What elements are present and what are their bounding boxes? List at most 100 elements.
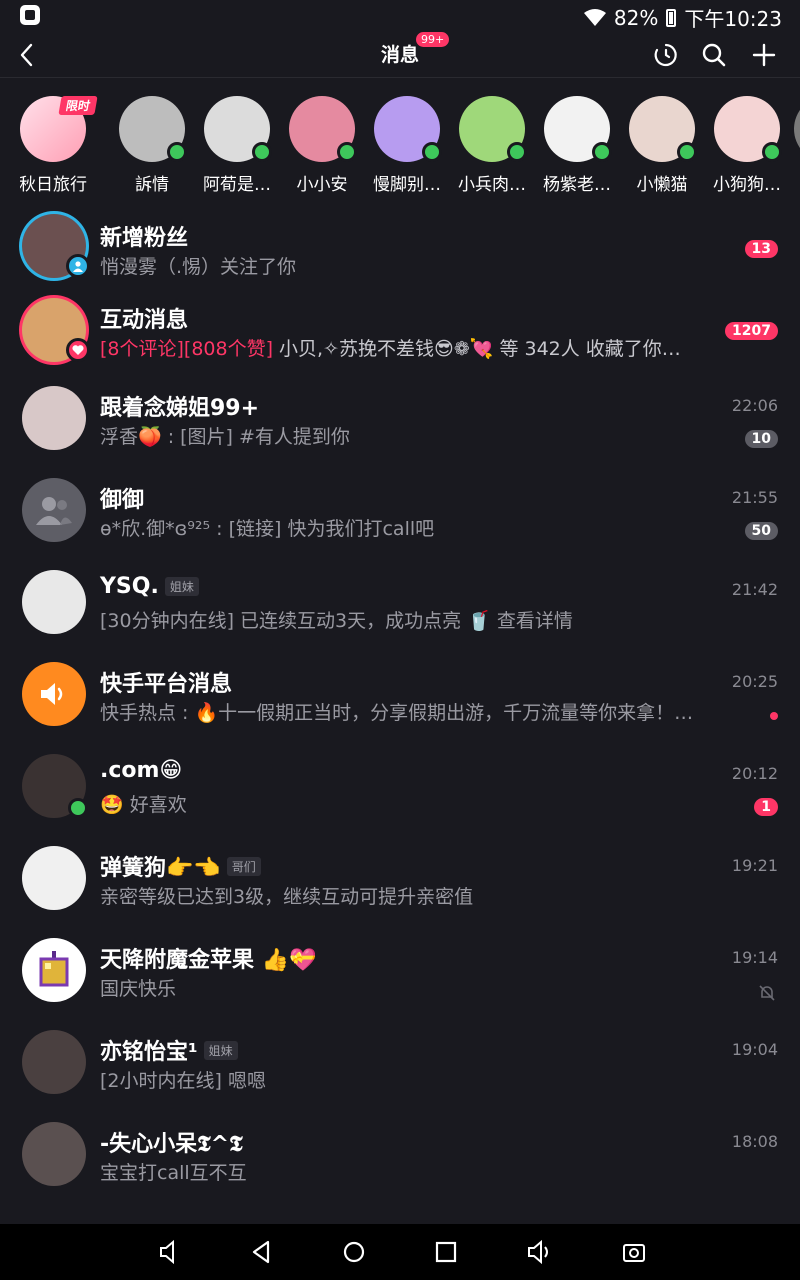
online-dot [337, 142, 357, 162]
avatar [22, 386, 86, 450]
message-title: 亦铭怡宝¹ 姐妹 [100, 1034, 238, 1066]
screenshot-icon[interactable] [620, 1238, 648, 1266]
volume-down-icon[interactable] [156, 1238, 184, 1266]
story-item[interactable]: 小狗狗… [713, 96, 782, 195]
story-item[interactable]: 阿荀是… [203, 96, 272, 195]
story-name: 訴情 [135, 175, 169, 195]
story-item[interactable]: 小兵肉… [458, 96, 527, 195]
message-time: 19:14 [731, 948, 778, 967]
story-item[interactable]: 訴情 [119, 96, 187, 195]
message-preview: 亲密等级已达到3级，继续互动可提升亲密值 [100, 886, 474, 908]
relation-tag: 哥们 [226, 856, 261, 876]
message-title: 互动消息 [100, 302, 188, 334]
avatar [714, 96, 782, 162]
relation-tag: 姐妹 [164, 577, 199, 596]
recents-nav-icon[interactable] [432, 1238, 460, 1266]
list-item[interactable]: 互动消息 [8个评论][808个赞] 小贝,✧苏挽不差钱😎❁💘 等 342人 收… [0, 290, 800, 374]
title-text: 御御 [100, 488, 145, 513]
preview-text: 小贝,✧苏挽不差钱😎❁💘 等 342人 收藏了你… [273, 338, 681, 360]
volume-up-icon[interactable] [526, 1238, 554, 1266]
list-item[interactable]: 天降附魔金苹果 👍💝 国庆快乐 19:14 [0, 926, 800, 1018]
clock: 下午10:23 [684, 7, 782, 31]
story-item[interactable]: 限时 秋日旅行 [20, 96, 98, 195]
story-name: 杨紫老… [543, 175, 611, 195]
avatar [22, 1122, 86, 1186]
story-name: 小狗狗… [713, 175, 781, 195]
online-dot [68, 798, 88, 818]
story-name: 小小安 [296, 175, 348, 195]
message-preview: [2小时内在线] 嗯嗯 [100, 1070, 266, 1092]
story-name: 秋日旅行 [20, 175, 87, 195]
home-nav-icon[interactable] [340, 1238, 368, 1266]
avatar [22, 298, 90, 362]
title-text: 快手平台消息 [100, 672, 233, 697]
avatar [22, 846, 86, 910]
avatar [22, 938, 86, 1002]
unread-count: 1207 [725, 322, 778, 340]
unread-dot [770, 712, 778, 720]
message-time: 20:25 [731, 672, 778, 691]
list-item[interactable]: YSQ. 姐妹 [30分钟内在线] 已连续互动3天，成功点亮 🥤 查看详情 21:… [0, 558, 800, 650]
interaction-counts: [8个评论][808个赞] [100, 338, 274, 360]
unread-count: 50 [744, 522, 778, 540]
history-icon[interactable] [652, 41, 680, 69]
avatar [22, 1030, 86, 1094]
avatar [119, 96, 187, 162]
story-item[interactable]: 小懒猫 [629, 96, 697, 195]
user-icon [66, 254, 90, 278]
story-item[interactable]: 杨紫老… [543, 96, 612, 195]
battery-percent: 82% [613, 5, 659, 30]
title-text: YSQ. [100, 574, 159, 599]
message-title: -失心小呆𝕿^𝕿 [100, 1126, 243, 1158]
avatar [374, 96, 442, 162]
message-title: 弹簧狗👉👈 哥们 [100, 850, 261, 882]
message-title: 快手平台消息 [100, 666, 232, 698]
story-item[interactable]: 漫 [794, 96, 800, 195]
list-item[interactable]: 快手平台消息 快手热点 : 🔥十一假期正当时，分享假期出游，千万流量等你来拿！…… [0, 650, 800, 742]
apple-icon [39, 951, 69, 987]
list-item[interactable]: -失心小呆𝕿^𝕿 宝宝打call互不互 18:08 [0, 1110, 800, 1202]
story-item[interactable]: 小小安 [289, 96, 357, 195]
group-icon [36, 497, 72, 525]
list-item[interactable]: .com😁 🤩 好喜欢 20:12 1 [0, 742, 800, 834]
story-name: 慢脚别… [373, 175, 441, 195]
list-item[interactable]: 御御 ɵ*欣.御*ɞ⁹²⁵ : [链接] 快为我们打call吧 21:55 50 [0, 466, 800, 558]
avatar [459, 96, 527, 162]
relation-tag: 姐妹 [203, 1040, 238, 1060]
list-item[interactable]: 跟着念娣姐99+ 浮香🍑 : [图片] #有人提到你 22:06 10 [0, 374, 800, 466]
message-time: 20:12 [731, 764, 778, 783]
message-time: 22:06 [731, 396, 778, 415]
header: 消息 99+ [0, 32, 800, 78]
system-nav-bar [0, 1224, 800, 1280]
battery-icon [666, 8, 677, 27]
friend-story-row: 限时 秋日旅行 訴情 阿荀是… 小小安 慢脚别… 小兵肉… 杨紫老… 小懒猫 小… [20, 96, 800, 196]
story-name: 小懒猫 [636, 175, 688, 195]
list-item[interactable]: 亦铭怡宝¹ 姐妹 [2小时内在线] 嗯嗯 19:04 [0, 1018, 800, 1110]
avatar [22, 754, 88, 818]
back-nav-icon[interactable] [248, 1238, 276, 1266]
message-title: .com😁 [100, 758, 182, 783]
message-title: YSQ. 姐妹 [100, 574, 199, 599]
story-item[interactable]: 慢脚别… [373, 96, 442, 195]
list-item[interactable]: 弹簧狗👉👈 哥们 亲密等级已达到3级，继续互动可提升亲密值 19:21 [0, 834, 800, 926]
message-preview: ɵ*欣.御*ɞ⁹²⁵ : [链接] 快为我们打call吧 [100, 518, 435, 540]
title-text: .com😁 [100, 758, 183, 783]
story-name: 漫 [784, 170, 800, 195]
mute-bell-icon [759, 985, 775, 1001]
online-dot [167, 142, 187, 162]
message-title: 新增粉丝 [100, 220, 188, 252]
avatar: 限时 [20, 96, 98, 162]
message-title: 御御 [100, 482, 144, 514]
search-icon[interactable] [700, 41, 728, 69]
message-time: 19:21 [731, 856, 778, 875]
message-preview: 🤩 好喜欢 [100, 794, 187, 816]
list-item[interactable]: 新增粉丝 悄漫雾（.惕）关注了你 13 [0, 206, 800, 290]
online-dot [422, 142, 442, 162]
avatar [204, 96, 272, 162]
add-icon[interactable] [750, 41, 778, 69]
avatar [22, 662, 86, 726]
status-bar: 82% 下午10:23 [0, 0, 800, 32]
message-preview: 快手热点 : 🔥十一假期正当时，分享假期出游，千万流量等你来拿！… [100, 702, 694, 724]
message-preview: [30分钟内在线] 已连续互动3天，成功点亮 🥤 查看详情 [100, 610, 573, 632]
title-text: 跟着念娣姐99+ [100, 396, 260, 421]
